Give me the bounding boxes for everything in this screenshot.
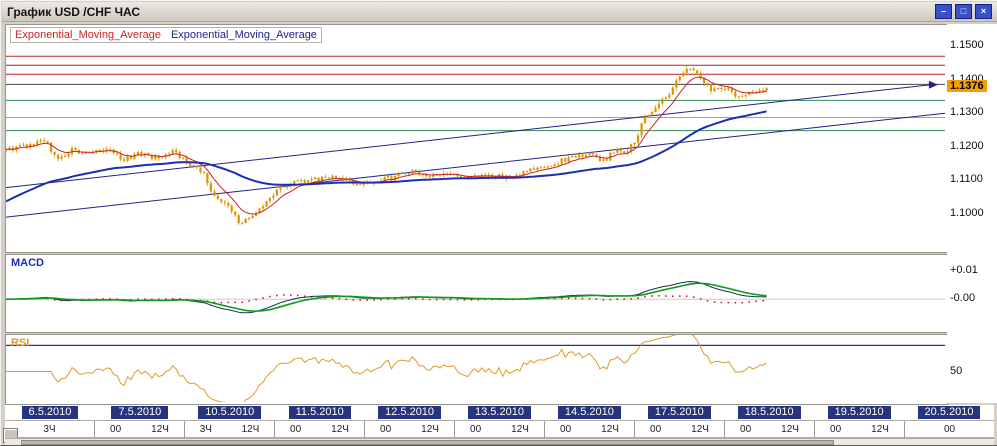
price-label: 1.1500: [950, 39, 984, 51]
date-cell: 13.5.2010: [455, 405, 545, 420]
time-label: 12Ч: [241, 424, 259, 435]
time-cell: 00 12Ч: [274, 421, 364, 437]
date-label: 11.5.2010: [289, 406, 351, 419]
price-label: 1.1000: [950, 207, 984, 219]
date-label: 19.5.2010: [828, 406, 891, 419]
time-cell: 3Ч 12Ч: [184, 421, 274, 437]
rsi-axis-label: 50: [950, 365, 962, 377]
time-cell: 00 12Ч: [634, 421, 724, 437]
main-panel-plot: [6, 25, 945, 250]
date-cell: 19.5.2010: [814, 405, 904, 420]
time-label: 12Ч: [511, 424, 529, 435]
time-cell: 3Ч: [5, 421, 94, 437]
title-bar[interactable]: График USD /CHF ЧАС –□×: [2, 2, 997, 22]
price-label: 1.1100: [950, 173, 983, 185]
legend-item: Exponential_Moving_Average: [171, 29, 317, 41]
date-cell: 18.5.2010: [724, 405, 814, 420]
time-label: 00: [650, 424, 661, 435]
rsi-label: RSI: [11, 337, 29, 349]
date-label: 6.5.2010: [22, 406, 79, 419]
time-label: 12Ч: [871, 424, 889, 435]
rsi-panel[interactable]: RSI: [5, 334, 948, 405]
time-cell: 00 12Ч: [364, 421, 454, 437]
scrollbar-thumb[interactable]: [21, 440, 834, 445]
date-cell: 12.5.2010: [365, 405, 455, 420]
date-cell: 7.5.2010: [95, 405, 185, 420]
price-label: 1.1300: [950, 106, 984, 118]
time-label: 3Ч: [200, 424, 212, 435]
time-label: 00: [380, 424, 391, 435]
price-axis: 1.15001.14001.13001.12001.11001.10001.13…: [947, 24, 997, 403]
rsi-panel-plot: [6, 335, 945, 402]
date-cell: 11.5.2010: [275, 405, 365, 420]
window-buttons: –□×: [935, 4, 992, 19]
time-label: 12Ч: [421, 424, 439, 435]
date-label: 14.5.2010: [558, 406, 621, 419]
macd-label: MACD: [11, 257, 44, 269]
minimize-button[interactable]: –: [935, 4, 952, 19]
date-label: 18.5.2010: [738, 406, 801, 419]
time-label: 12Ч: [691, 424, 709, 435]
time-label: 00: [944, 424, 955, 435]
time-cell: 00 12Ч: [724, 421, 814, 437]
indicator-legend: Exponential_Moving_Average Exponential_Mo…: [10, 27, 322, 43]
time-cell: 00 12Ч: [544, 421, 634, 437]
macd-axis-label: +0.01: [950, 264, 978, 276]
legend-item: Exponential_Moving_Average: [15, 29, 161, 41]
time-label: 00: [290, 424, 301, 435]
time-cell: 00: [904, 421, 994, 437]
time-label: 12Ч: [331, 424, 349, 435]
time-axis: 3Ч 00 12Ч 3Ч 12Ч 00 12Ч 00 12Ч 00 12Ч 00 12Ч 00 12Ч 00 1…: [5, 420, 994, 438]
date-cell: 6.5.2010: [5, 405, 95, 420]
date-label: 13.5.2010: [468, 406, 531, 419]
date-label: 10.5.2010: [198, 406, 261, 419]
restore-button[interactable]: □: [955, 4, 972, 19]
time-cell: 00 12Ч: [94, 421, 184, 437]
date-cell: 20.5.2010: [904, 405, 994, 420]
time-cell: 00 12Ч: [814, 421, 904, 437]
current-price-tag: 1.1376: [947, 80, 987, 92]
date-cell: 17.5.2010: [634, 405, 724, 420]
date-cell: 14.5.2010: [544, 405, 634, 420]
macd-axis-label: -0.00: [950, 292, 975, 304]
time-label: 00: [110, 424, 121, 435]
date-axis: 6.5.2010 7.5.2010 10.5.2010 11.5.2010 12.5.2…: [5, 405, 994, 420]
time-label: 00: [830, 424, 841, 435]
price-chart-panel[interactable]: Exponential_Moving_Average Exponential_Mo…: [5, 24, 948, 253]
close-button[interactable]: ×: [975, 4, 992, 19]
date-label: 17.5.2010: [648, 406, 711, 419]
macd-panel[interactable]: MACD: [5, 254, 948, 333]
time-label: 12Ч: [151, 424, 169, 435]
time-label: 00: [740, 424, 751, 435]
price-label: 1.1200: [950, 140, 984, 152]
time-label: 3Ч: [43, 424, 55, 435]
time-cell: 00 12Ч: [454, 421, 544, 437]
time-label: 00: [560, 424, 571, 435]
time-label: 12Ч: [781, 424, 799, 435]
macd-panel-plot: [6, 255, 945, 330]
time-label: 00: [470, 424, 481, 435]
chart-window: График USD /CHF ЧАС –□× Exponential_Movi…: [0, 0, 997, 446]
time-label: 12Ч: [601, 424, 619, 435]
date-cell: 10.5.2010: [185, 405, 275, 420]
date-label: 12.5.2010: [378, 406, 441, 419]
date-label: 20.5.2010: [918, 406, 981, 419]
window-title: График USD /CHF ЧАС: [7, 5, 140, 19]
date-label: 7.5.2010: [111, 406, 168, 419]
